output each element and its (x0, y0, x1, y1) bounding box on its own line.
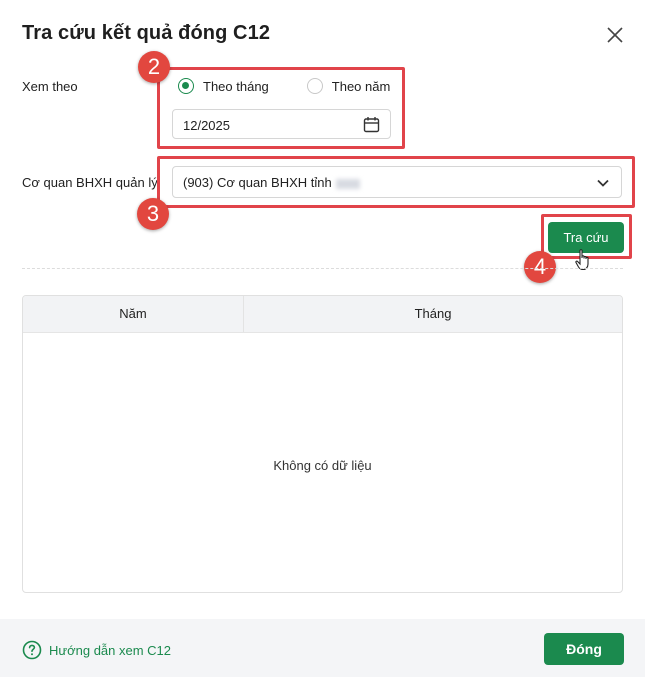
dialog-title: Tra cứu kết quả đóng C12 (22, 22, 271, 44)
help-link-label: Hướng dẫn xem C12 (49, 642, 172, 658)
column-header-month[interactable]: Tháng (244, 296, 622, 332)
step-badge-2: 2 (138, 51, 170, 83)
column-header-year[interactable]: Năm (23, 296, 244, 332)
step-badge-4: 4 (524, 251, 556, 283)
empty-state-text: Không có dữ liệu (273, 458, 372, 473)
section-divider (22, 268, 623, 269)
step-badge-3: 3 (137, 198, 169, 230)
table-header: Năm Tháng (23, 296, 622, 333)
help-circle-icon (22, 640, 42, 660)
view-by-label: Xem theo (22, 79, 78, 94)
agency-label: Cơ quan BHXH quản lý (22, 175, 158, 190)
close-icon[interactable] (604, 24, 626, 46)
highlight-box-step2 (157, 67, 405, 149)
results-table: Năm Tháng Không có dữ liệu (22, 295, 623, 593)
highlight-box-step3 (157, 156, 635, 208)
help-link[interactable]: Hướng dẫn xem C12 (22, 640, 171, 660)
dialog-footer: Hướng dẫn xem C12 Đóng (0, 619, 645, 677)
lookup-dialog: Tra cứu kết quả đóng C12 Xem theo Theo t… (0, 0, 645, 677)
close-dialog-button[interactable]: Đóng (544, 633, 624, 665)
